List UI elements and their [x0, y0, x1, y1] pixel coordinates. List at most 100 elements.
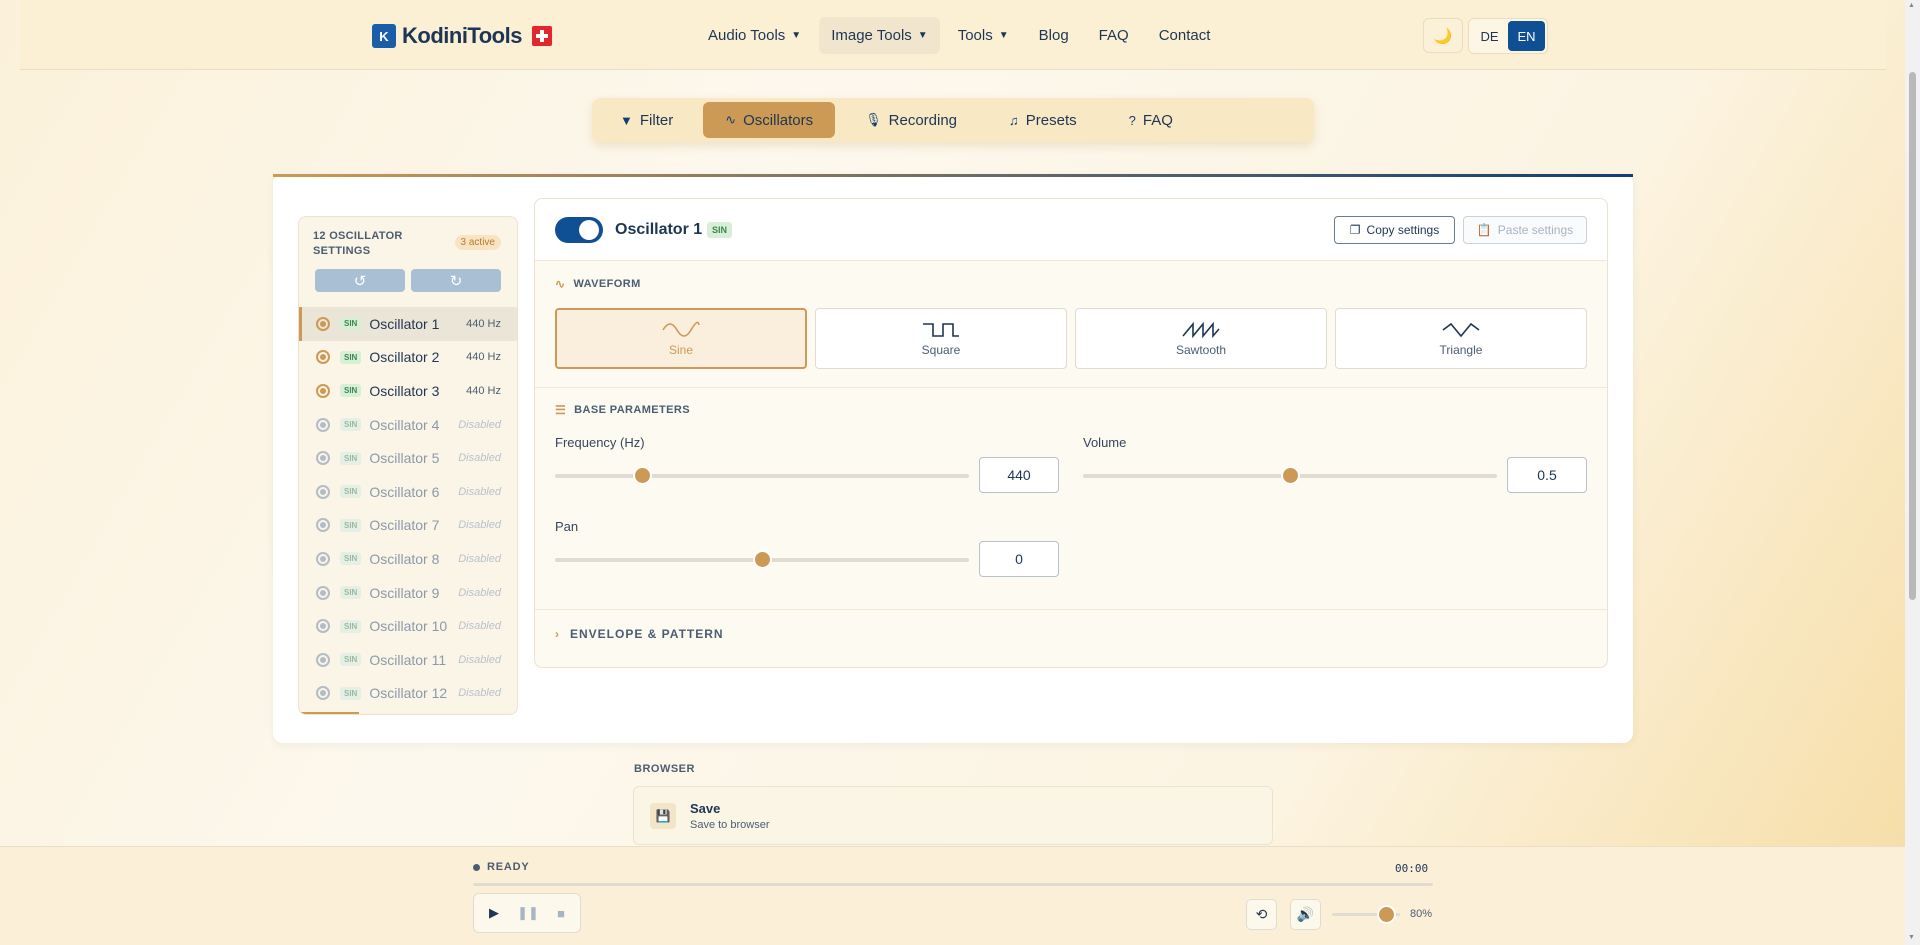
nav-label: Tools — [957, 27, 993, 44]
square-wave-icon — [923, 322, 959, 337]
copy-label: Copy settings — [1366, 223, 1440, 237]
tab-recording[interactable]: 🎙 Recording — [843, 102, 979, 138]
playback-progress[interactable] — [473, 883, 1433, 886]
oscillator-list-item[interactable]: SIN Oscillator 12 Disabled — [299, 677, 517, 711]
nav-contact[interactable]: Contact — [1147, 17, 1223, 54]
nav-blog[interactable]: Blog — [1027, 17, 1081, 54]
oscillator-list-item[interactable]: SIN Oscillator 7 Disabled — [299, 509, 517, 543]
scrollbar-thumb[interactable] — [1909, 72, 1916, 600]
tab-faq[interactable]: ? FAQ — [1107, 102, 1195, 138]
pan-label: Pan — [555, 519, 579, 534]
pan-input[interactable]: 0 — [979, 541, 1059, 577]
waveform-triangle-button[interactable]: Triangle — [1335, 308, 1587, 369]
oscillator-status: Disabled — [458, 519, 501, 532]
waveform-tag: SIN — [340, 586, 362, 600]
loop-icon: ⟲ — [1255, 906, 1268, 922]
waveform-tag: SIN — [340, 451, 362, 465]
oscillator-list-item[interactable]: SIN Oscillator 11 Disabled — [299, 643, 517, 677]
nav-faq[interactable]: FAQ — [1087, 17, 1141, 54]
envelope-pattern-toggle[interactable]: › ENVELOPE & PATTERN — [555, 627, 724, 641]
waveform-sine-button[interactable]: Sine — [555, 308, 807, 369]
oscillator-list-item[interactable]: SIN Oscillator 4 Disabled — [299, 408, 517, 442]
tab-label: FAQ — [1142, 111, 1173, 129]
theme-toggle-button[interactable]: 🌙 — [1423, 18, 1463, 53]
audio-player-bar: READY 00:00 ▶ ❚❚ ■ ⟲ 🔊 80% — [0, 846, 1905, 945]
scroll-down-icon[interactable]: ▼ — [1908, 934, 1915, 941]
nav-audio-tools[interactable]: Audio Tools ▼ — [696, 17, 813, 54]
tab-label: Oscillators — [743, 111, 814, 129]
copy-settings-button[interactable]: ❐ Copy settings — [1334, 216, 1455, 244]
tab-filter[interactable]: ▼ Filter — [598, 102, 695, 138]
brand-logo[interactable]: K KodiniTools — [372, 23, 552, 49]
paste-settings-button[interactable]: 📋 Paste settings — [1463, 216, 1587, 244]
browser-section-label: BROWSER — [634, 763, 695, 775]
section-title: BASE PARAMETERS — [574, 404, 690, 416]
oscillator-name: Oscillator 6 — [369, 483, 440, 500]
save-icon: 💾 — [650, 803, 676, 829]
lang-en-button[interactable]: EN — [1508, 21, 1545, 51]
loop-button[interactable]: ⟲ — [1246, 899, 1277, 930]
waveform-label: Sine — [668, 342, 694, 357]
pause-icon[interactable]: ❚❚ — [517, 905, 539, 921]
swiss-flag-icon — [531, 26, 552, 46]
master-volume-thumb[interactable] — [1379, 907, 1395, 922]
volume-button[interactable]: 🔊 — [1290, 899, 1321, 930]
radio-icon[interactable] — [316, 652, 330, 667]
radio-icon[interactable] — [316, 686, 330, 701]
oscillator-list-item[interactable]: SIN Oscillator 9 Disabled — [299, 576, 517, 610]
section-divider — [535, 609, 1607, 610]
radio-icon[interactable] — [316, 619, 330, 634]
tab-presets[interactable]: ♫ Presets — [987, 102, 1099, 138]
pan-slider-thumb[interactable] — [755, 552, 770, 567]
frequency-input[interactable]: 440 — [979, 457, 1059, 493]
radio-icon[interactable] — [316, 350, 330, 365]
nav-label: Blog — [1038, 27, 1069, 44]
oscillator-list-item[interactable]: SIN Oscillator 3 440 Hz — [299, 374, 517, 408]
volume-input[interactable]: 0.5 — [1507, 457, 1587, 493]
oscillator-list-item[interactable]: SIN Oscillator 10 Disabled — [299, 609, 517, 643]
master-volume-slider[interactable] — [1332, 907, 1400, 922]
lang-de-button[interactable]: DE — [1471, 21, 1508, 51]
oscillator-list-item[interactable]: SIN Oscillator 1 440 Hz — [299, 307, 517, 341]
oscillator-panel: Oscillator 1 SIN ❐ Copy settings 📋 Paste s… — [534, 198, 1608, 668]
oscillator-list-item[interactable]: SIN Oscillator 6 Disabled — [299, 475, 517, 509]
pan-slider[interactable] — [555, 552, 969, 567]
scroll-up-icon[interactable]: ▲ — [1908, 2, 1915, 9]
radio-icon[interactable] — [316, 518, 330, 533]
waveform-sawtooth-button[interactable]: Sawtooth — [1075, 308, 1327, 369]
oscillator-status: 440 Hz — [466, 351, 501, 364]
envelope-label: ENVELOPE & PATTERN — [570, 627, 724, 641]
waveform-tag: SIN — [340, 619, 362, 633]
oscillator-list-item[interactable]: SIN Oscillator 5 Disabled — [299, 441, 517, 475]
oscillator-sidebar: 12 OSCILLATOR SETTINGS 3 active ↺ ↻ SIN O… — [298, 216, 518, 715]
volume-slider[interactable] — [1083, 468, 1497, 483]
save-subtitle: Save to browser — [690, 819, 770, 831]
waveform-tag: SIN — [340, 317, 362, 331]
oscillator-list-item[interactable]: SIN Oscillator 2 440 Hz — [299, 341, 517, 375]
tab-label: Recording — [888, 111, 958, 129]
volume-slider-thumb[interactable] — [1283, 468, 1298, 483]
radio-icon[interactable] — [316, 451, 330, 466]
radio-icon[interactable] — [316, 383, 330, 398]
radio-icon[interactable] — [316, 585, 330, 600]
stop-icon[interactable]: ■ — [557, 906, 565, 921]
radio-icon[interactable] — [316, 316, 330, 331]
nav-tools[interactable]: Tools ▼ — [946, 17, 1021, 54]
radio-icon[interactable] — [316, 484, 330, 499]
radio-icon[interactable] — [316, 417, 330, 432]
transport-controls: ▶ ❚❚ ■ — [473, 893, 581, 933]
redo-button[interactable]: ↻ — [411, 269, 501, 292]
frequency-slider[interactable] — [555, 468, 969, 483]
frequency-slider-thumb[interactable] — [634, 468, 650, 483]
waveform-square-button[interactable]: Square — [815, 308, 1067, 369]
nav-image-tools[interactable]: Image Tools ▼ — [819, 17, 940, 54]
oscillator-enable-toggle[interactable] — [555, 217, 603, 243]
tab-oscillators[interactable]: ∿ Oscillators — [703, 102, 836, 138]
undo-button[interactable]: ↺ — [315, 269, 405, 292]
oscillator-name: Oscillator 3 — [369, 382, 440, 399]
save-to-browser-card[interactable]: 💾 Save Save to browser — [633, 786, 1273, 845]
oscillator-status: 440 Hz — [466, 317, 501, 330]
play-icon[interactable]: ▶ — [489, 905, 499, 921]
oscillator-list-item[interactable]: SIN Oscillator 8 Disabled — [299, 542, 517, 576]
radio-icon[interactable] — [316, 551, 330, 566]
